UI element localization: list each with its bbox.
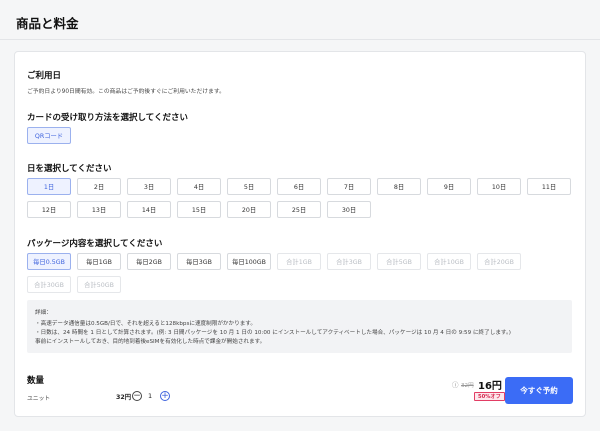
receive-option-chip[interactable]: QRコード — [27, 127, 71, 144]
day-option-chip[interactable]: 3日 — [127, 178, 171, 195]
details-title: 詳細： — [35, 310, 52, 316]
quantity-increase-button[interactable]: + — [160, 391, 170, 401]
package-option-chip[interactable]: 毎日0.5GB — [27, 253, 71, 270]
day-option-chip[interactable]: 15日 — [177, 201, 221, 218]
day-option-chip[interactable]: 10日 — [477, 178, 521, 195]
unit-price: 32円 — [116, 394, 132, 401]
day-option-chip[interactable]: 13日 — [77, 201, 121, 218]
day-option-chip[interactable]: 2日 — [77, 178, 121, 195]
day-option-chip[interactable]: 7日 — [327, 178, 371, 195]
title-divider — [0, 39, 600, 40]
details-box: 詳細： ・高速データ通信量は0.5GB/日で、それを超えると128kbpsに速度… — [27, 300, 572, 353]
quantity-decrease-button[interactable]: − — [132, 391, 142, 401]
product-card: ご利用日 ご予約日より90日間有効。この商品はご予約後すぐにご利用いただけます。… — [14, 51, 586, 417]
package-heading: パッケージ内容を選択してください — [27, 239, 163, 249]
package-option-chip: 合計1GB — [277, 253, 321, 270]
info-icon[interactable]: ⓘ — [452, 379, 459, 389]
package-options: 毎日0.5GB 毎日1GB 毎日2GB 毎日3GB 毎日100GB 合計1GB 合計3GB 合… — [15, 253, 585, 298]
day-option-chip[interactable]: 1日 — [27, 178, 71, 195]
book-now-button[interactable]: 今すぐ予約 — [505, 377, 573, 404]
day-option-chip[interactable]: 4日 — [177, 178, 221, 195]
quantity-value[interactable]: 1 — [148, 392, 152, 400]
discount-badge: 50%オフ — [474, 392, 505, 401]
usage-heading: ご利用日 — [27, 71, 62, 81]
package-option-chip: 合計30GB — [27, 276, 71, 293]
page-title: 商品と料金 — [16, 16, 79, 31]
package-option-chip: 合計5GB — [377, 253, 421, 270]
day-option-chip[interactable]: 30日 — [327, 201, 371, 218]
day-option-chip[interactable]: 12日 — [27, 201, 71, 218]
day-option-chip[interactable]: 5日 — [227, 178, 271, 195]
receive-options: QRコード — [15, 127, 585, 147]
receive-heading: カードの受け取り方法を選択してください — [27, 113, 188, 123]
package-option-chip[interactable]: 毎日100GB — [227, 253, 271, 270]
sale-price: 16円 — [478, 381, 502, 392]
package-option-chip: 合計3GB — [327, 253, 371, 270]
original-price: 32円 — [461, 383, 474, 389]
quantity-heading: 数量 — [27, 376, 45, 386]
package-option-chip: 合計50GB — [77, 276, 121, 293]
day-option-chip[interactable]: 6日 — [277, 178, 321, 195]
details-line: ・高速データ通信量は0.5GB/日で、それを超えると128kbpsに速度制限がか… — [35, 321, 256, 327]
package-option-chip[interactable]: 毎日2GB — [127, 253, 171, 270]
usage-note: ご予約日より90日間有効。この商品はご予約後すぐにご利用いただけます。 — [27, 89, 225, 95]
package-option-chip: 合計10GB — [427, 253, 471, 270]
day-option-chip[interactable]: 25日 — [277, 201, 321, 218]
details-line: 事前にインストールしておき、目的地到着後eSIMを有効化した時点で課金が開始され… — [35, 339, 266, 345]
day-option-chip[interactable]: 20日 — [227, 201, 271, 218]
day-option-chip[interactable]: 8日 — [377, 178, 421, 195]
day-option-chip[interactable]: 11日 — [527, 178, 571, 195]
package-option-chip: 合計20GB — [477, 253, 521, 270]
unit-label: ユニット — [27, 396, 51, 402]
package-option-chip[interactable]: 毎日3GB — [177, 253, 221, 270]
day-options: 1日 2日 3日 4日 5日 6日 7日 8日 9日 10日 11日 12日 13日 14日 15日 20日 2… — [15, 178, 585, 223]
days-heading: 日を選択してください — [27, 164, 112, 174]
package-option-chip[interactable]: 毎日1GB — [77, 253, 121, 270]
details-line: ・日数は、24 時間を 1 日として計算されます。(例: 3 日間パッケージを … — [35, 330, 511, 336]
day-option-chip[interactable]: 14日 — [127, 201, 171, 218]
day-option-chip[interactable]: 9日 — [427, 178, 471, 195]
